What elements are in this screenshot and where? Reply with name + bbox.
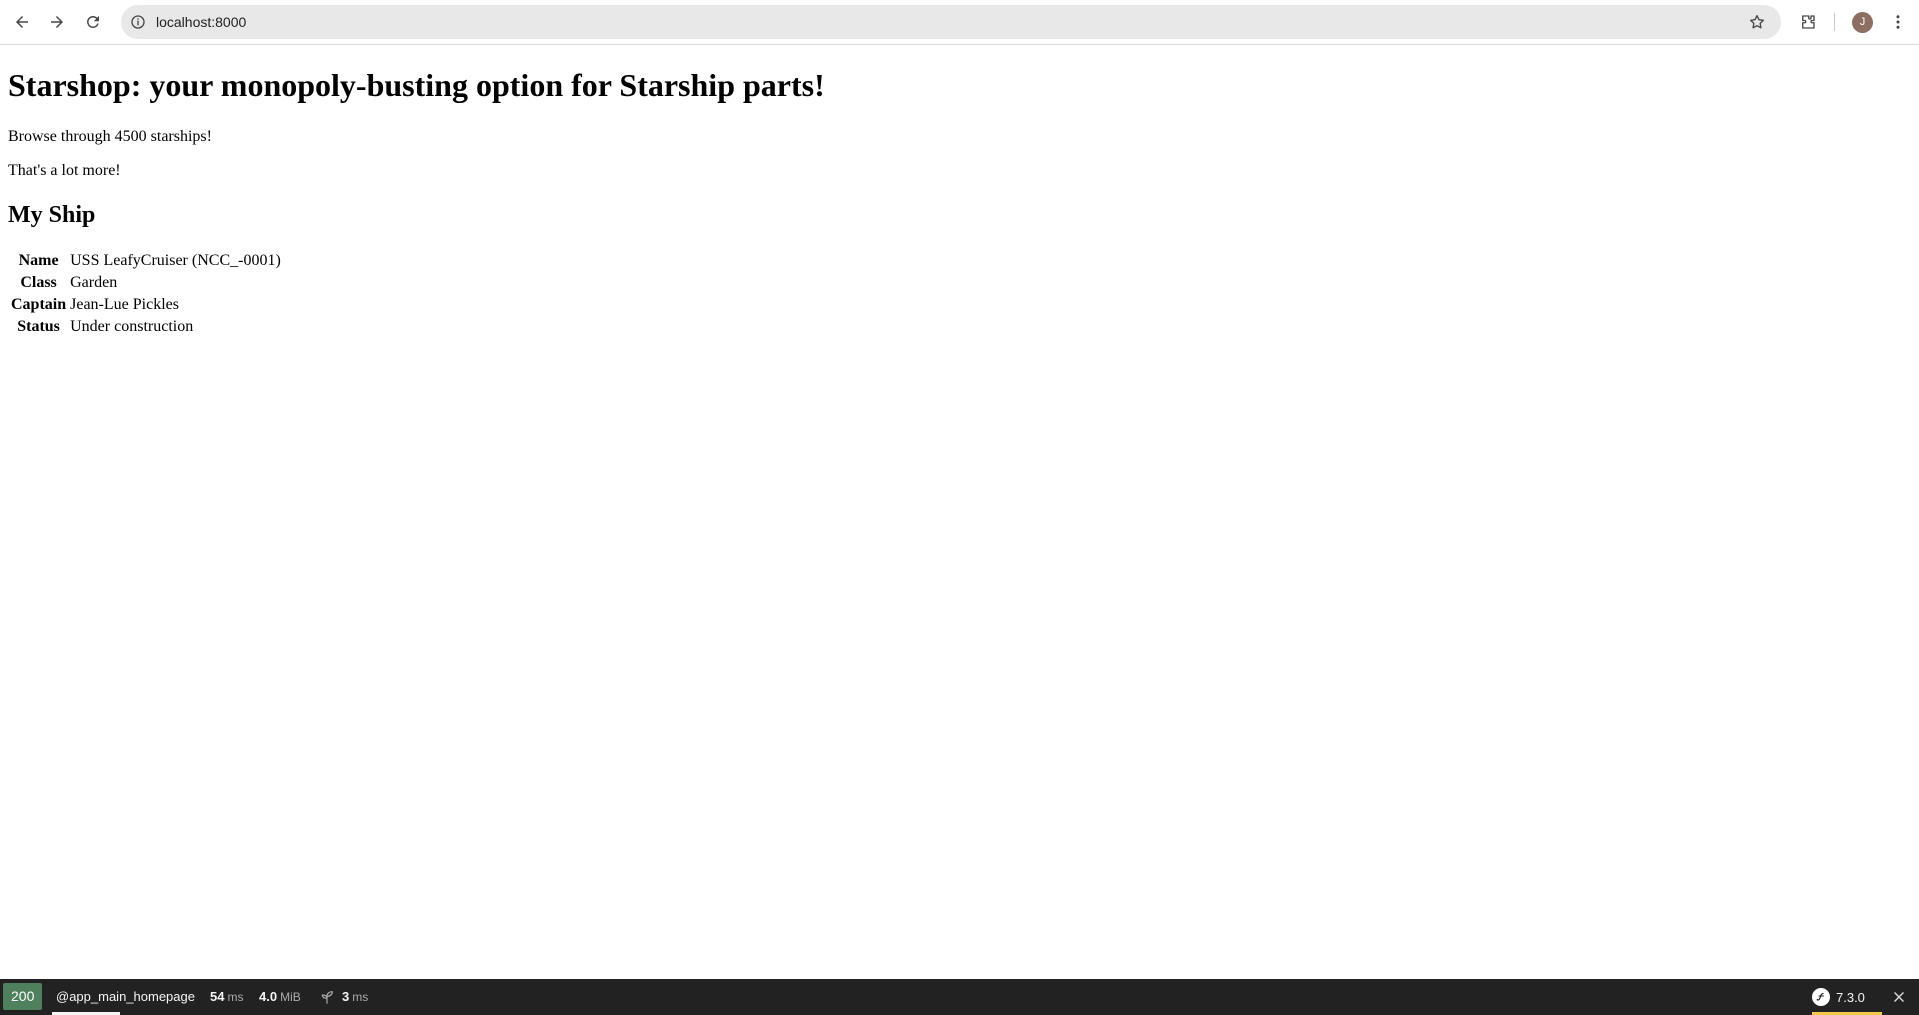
table-row: Status Under construction <box>10 317 282 337</box>
route-name[interactable]: @app_main_homepage <box>52 979 199 1015</box>
profile-avatar[interactable]: J <box>1852 12 1873 33</box>
toolbar-divider <box>1834 13 1835 31</box>
close-icon[interactable] <box>1890 988 1908 1006</box>
table-row: Class Garden <box>10 273 282 293</box>
memory-unit: MiB <box>280 990 301 1004</box>
twig-render-time[interactable]: 3 ms <box>319 979 368 1015</box>
memory-usage[interactable]: 4.0 MiB <box>259 979 301 1015</box>
row-value-class: Garden <box>70 274 118 291</box>
page-title: Starshop: your monopoly-busting option f… <box>8 67 825 103</box>
reload-icon <box>87 16 99 28</box>
address-bar[interactable]: localhost:8000 <box>121 5 1781 39</box>
row-value-status: Under construction <box>70 318 194 335</box>
request-time-unit: ms <box>227 990 244 1004</box>
row-label-captain: Captain <box>11 296 67 313</box>
row-label-class: Class <box>20 274 57 291</box>
forward-button[interactable] <box>43 8 71 36</box>
debug-toolbar: 200 @app_main_homepage 54 ms 4.0 MiB 3 m… <box>0 979 1919 1015</box>
extensions-button[interactable] <box>1794 8 1822 36</box>
symfony-logo-icon <box>1812 988 1830 1006</box>
arrow-left-icon <box>16 16 28 28</box>
symfony-version-text: 7.3.0 <box>1836 989 1865 1005</box>
arrow-right-icon <box>51 16 63 28</box>
url-text[interactable]: localhost:8000 <box>156 5 246 39</box>
puzzle-icon <box>1802 15 1815 29</box>
info-icon[interactable] <box>129 13 147 31</box>
section-title: My Ship <box>8 202 96 228</box>
kebab-menu-icon <box>1896 15 1900 29</box>
twig-icon <box>321 991 333 1004</box>
row-label-name: Name <box>18 252 59 269</box>
note-text: That's a lot more! <box>8 162 121 179</box>
browser-toolbar: localhost:8000 J <box>0 0 1919 45</box>
star-icon[interactable] <box>1747 12 1767 32</box>
memory-value: 4.0 <box>259 989 278 1004</box>
twig-time-unit: ms <box>352 990 369 1004</box>
table-row: Name USS LeafyCruiser (NCC_-0001) <box>10 251 282 271</box>
reload-button[interactable] <box>79 8 107 36</box>
status-code-badge[interactable]: 200 <box>3 983 43 1010</box>
row-label-status: Status <box>17 318 60 335</box>
ship-details-table: Name USS LeafyCruiser (NCC_-0001) Class … <box>8 249 284 339</box>
symfony-version[interactable]: 7.3.0 <box>1812 979 1882 1015</box>
back-button[interactable] <box>8 8 36 36</box>
browser-menu-button[interactable] <box>1884 8 1912 36</box>
request-time-value: 54 <box>210 989 225 1004</box>
row-value-captain: Jean-Lue Pickles <box>70 296 179 313</box>
page-content: Starshop: your monopoly-busting option f… <box>8 45 1908 339</box>
request-time[interactable]: 54 ms <box>210 979 243 1015</box>
table-row: Captain Jean-Lue Pickles <box>10 295 282 315</box>
row-value-name: USS LeafyCruiser (NCC_-0001) <box>70 252 281 269</box>
twig-time-value: 3 <box>342 989 350 1004</box>
intro-text: Browse through 4500 starships! <box>8 128 212 145</box>
